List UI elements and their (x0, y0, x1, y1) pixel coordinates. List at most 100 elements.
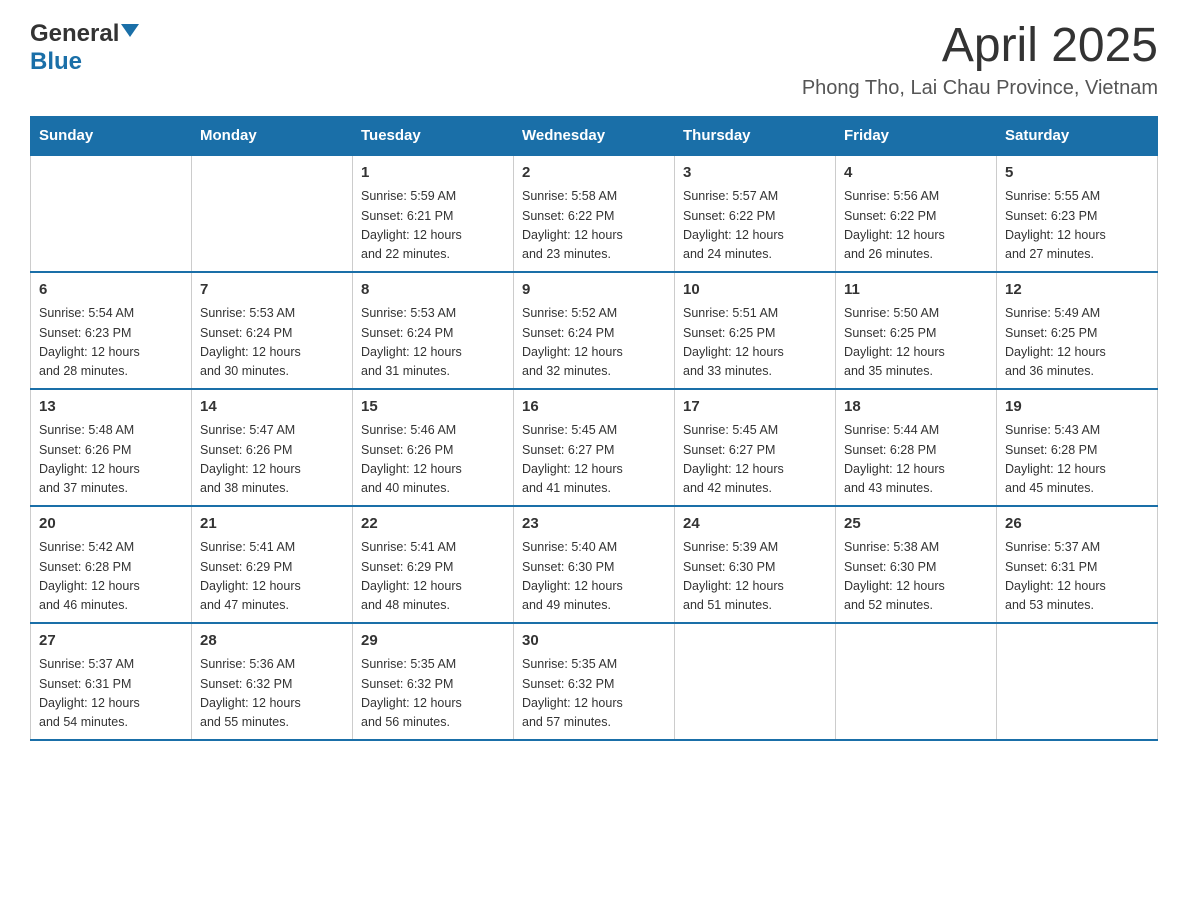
day-number: 3 (683, 162, 827, 185)
day-info: Sunrise: 5:49 AMSunset: 6:25 PMDaylight:… (1005, 304, 1149, 382)
day-info: Sunrise: 5:37 AMSunset: 6:31 PMDaylight:… (1005, 538, 1149, 616)
table-row: 7Sunrise: 5:53 AMSunset: 6:24 PMDaylight… (192, 272, 353, 389)
table-row: 11Sunrise: 5:50 AMSunset: 6:25 PMDayligh… (836, 272, 997, 389)
day-number: 7 (200, 279, 344, 302)
day-number: 29 (361, 630, 505, 653)
table-row (192, 155, 353, 272)
day-info: Sunrise: 5:35 AMSunset: 6:32 PMDaylight:… (522, 655, 666, 733)
table-row: 27Sunrise: 5:37 AMSunset: 6:31 PMDayligh… (31, 623, 192, 740)
day-number: 11 (844, 279, 988, 302)
col-wednesday: Wednesday (514, 116, 675, 155)
day-number: 8 (361, 279, 505, 302)
table-row: 30Sunrise: 5:35 AMSunset: 6:32 PMDayligh… (514, 623, 675, 740)
day-info: Sunrise: 5:50 AMSunset: 6:25 PMDaylight:… (844, 304, 988, 382)
table-row: 17Sunrise: 5:45 AMSunset: 6:27 PMDayligh… (675, 389, 836, 506)
table-row (675, 623, 836, 740)
day-info: Sunrise: 5:39 AMSunset: 6:30 PMDaylight:… (683, 538, 827, 616)
day-info: Sunrise: 5:45 AMSunset: 6:27 PMDaylight:… (683, 421, 827, 499)
day-info: Sunrise: 5:53 AMSunset: 6:24 PMDaylight:… (361, 304, 505, 382)
calendar-table: Sunday Monday Tuesday Wednesday Thursday… (30, 116, 1158, 741)
calendar-week-row: 6Sunrise: 5:54 AMSunset: 6:23 PMDaylight… (31, 272, 1158, 389)
day-number: 15 (361, 396, 505, 419)
table-row: 21Sunrise: 5:41 AMSunset: 6:29 PMDayligh… (192, 506, 353, 623)
day-number: 13 (39, 396, 183, 419)
day-number: 5 (1005, 162, 1149, 185)
calendar-week-row: 13Sunrise: 5:48 AMSunset: 6:26 PMDayligh… (31, 389, 1158, 506)
table-row: 5Sunrise: 5:55 AMSunset: 6:23 PMDaylight… (997, 155, 1158, 272)
day-info: Sunrise: 5:53 AMSunset: 6:24 PMDaylight:… (200, 304, 344, 382)
day-number: 10 (683, 279, 827, 302)
table-row: 1Sunrise: 5:59 AMSunset: 6:21 PMDaylight… (353, 155, 514, 272)
calendar-week-row: 27Sunrise: 5:37 AMSunset: 6:31 PMDayligh… (31, 623, 1158, 740)
day-info: Sunrise: 5:56 AMSunset: 6:22 PMDaylight:… (844, 187, 988, 265)
calendar-week-row: 20Sunrise: 5:42 AMSunset: 6:28 PMDayligh… (31, 506, 1158, 623)
logo-general-text: General (30, 20, 119, 48)
table-row (836, 623, 997, 740)
day-number: 9 (522, 279, 666, 302)
day-info: Sunrise: 5:42 AMSunset: 6:28 PMDaylight:… (39, 538, 183, 616)
day-info: Sunrise: 5:36 AMSunset: 6:32 PMDaylight:… (200, 655, 344, 733)
day-info: Sunrise: 5:46 AMSunset: 6:26 PMDaylight:… (361, 421, 505, 499)
table-row: 8Sunrise: 5:53 AMSunset: 6:24 PMDaylight… (353, 272, 514, 389)
table-row: 12Sunrise: 5:49 AMSunset: 6:25 PMDayligh… (997, 272, 1158, 389)
page-subtitle: Phong Tho, Lai Chau Province, Vietnam (802, 77, 1158, 100)
day-number: 28 (200, 630, 344, 653)
day-info: Sunrise: 5:57 AMSunset: 6:22 PMDaylight:… (683, 187, 827, 265)
col-monday: Monday (192, 116, 353, 155)
day-number: 20 (39, 513, 183, 536)
day-info: Sunrise: 5:37 AMSunset: 6:31 PMDaylight:… (39, 655, 183, 733)
day-number: 1 (361, 162, 505, 185)
day-info: Sunrise: 5:43 AMSunset: 6:28 PMDaylight:… (1005, 421, 1149, 499)
day-info: Sunrise: 5:40 AMSunset: 6:30 PMDaylight:… (522, 538, 666, 616)
day-number: 22 (361, 513, 505, 536)
day-number: 23 (522, 513, 666, 536)
day-info: Sunrise: 5:47 AMSunset: 6:26 PMDaylight:… (200, 421, 344, 499)
table-row: 6Sunrise: 5:54 AMSunset: 6:23 PMDaylight… (31, 272, 192, 389)
day-number: 24 (683, 513, 827, 536)
day-number: 25 (844, 513, 988, 536)
day-info: Sunrise: 5:45 AMSunset: 6:27 PMDaylight:… (522, 421, 666, 499)
table-row: 26Sunrise: 5:37 AMSunset: 6:31 PMDayligh… (997, 506, 1158, 623)
day-number: 26 (1005, 513, 1149, 536)
day-number: 4 (844, 162, 988, 185)
day-info: Sunrise: 5:52 AMSunset: 6:24 PMDaylight:… (522, 304, 666, 382)
col-tuesday: Tuesday (353, 116, 514, 155)
calendar-header-row: Sunday Monday Tuesday Wednesday Thursday… (31, 116, 1158, 155)
table-row: 15Sunrise: 5:46 AMSunset: 6:26 PMDayligh… (353, 389, 514, 506)
day-number: 21 (200, 513, 344, 536)
table-row: 24Sunrise: 5:39 AMSunset: 6:30 PMDayligh… (675, 506, 836, 623)
col-thursday: Thursday (675, 116, 836, 155)
col-friday: Friday (836, 116, 997, 155)
table-row: 9Sunrise: 5:52 AMSunset: 6:24 PMDaylight… (514, 272, 675, 389)
table-row: 28Sunrise: 5:36 AMSunset: 6:32 PMDayligh… (192, 623, 353, 740)
day-info: Sunrise: 5:58 AMSunset: 6:22 PMDaylight:… (522, 187, 666, 265)
table-row (997, 623, 1158, 740)
day-info: Sunrise: 5:38 AMSunset: 6:30 PMDaylight:… (844, 538, 988, 616)
table-row: 2Sunrise: 5:58 AMSunset: 6:22 PMDaylight… (514, 155, 675, 272)
page-header: General Blue April 2025 Phong Tho, Lai C… (30, 20, 1158, 100)
day-info: Sunrise: 5:54 AMSunset: 6:23 PMDaylight:… (39, 304, 183, 382)
calendar-week-row: 1Sunrise: 5:59 AMSunset: 6:21 PMDaylight… (31, 155, 1158, 272)
day-info: Sunrise: 5:41 AMSunset: 6:29 PMDaylight:… (200, 538, 344, 616)
table-row: 10Sunrise: 5:51 AMSunset: 6:25 PMDayligh… (675, 272, 836, 389)
col-saturday: Saturday (997, 116, 1158, 155)
table-row (31, 155, 192, 272)
day-info: Sunrise: 5:41 AMSunset: 6:29 PMDaylight:… (361, 538, 505, 616)
table-row: 4Sunrise: 5:56 AMSunset: 6:22 PMDaylight… (836, 155, 997, 272)
day-number: 14 (200, 396, 344, 419)
day-info: Sunrise: 5:51 AMSunset: 6:25 PMDaylight:… (683, 304, 827, 382)
table-row: 20Sunrise: 5:42 AMSunset: 6:28 PMDayligh… (31, 506, 192, 623)
logo-blue-text: Blue (30, 48, 82, 75)
day-info: Sunrise: 5:59 AMSunset: 6:21 PMDaylight:… (361, 187, 505, 265)
table-row: 25Sunrise: 5:38 AMSunset: 6:30 PMDayligh… (836, 506, 997, 623)
table-row: 29Sunrise: 5:35 AMSunset: 6:32 PMDayligh… (353, 623, 514, 740)
logo: General Blue (30, 20, 139, 76)
table-row: 19Sunrise: 5:43 AMSunset: 6:28 PMDayligh… (997, 389, 1158, 506)
day-number: 12 (1005, 279, 1149, 302)
day-number: 19 (1005, 396, 1149, 419)
day-number: 30 (522, 630, 666, 653)
day-number: 6 (39, 279, 183, 302)
table-row: 18Sunrise: 5:44 AMSunset: 6:28 PMDayligh… (836, 389, 997, 506)
day-info: Sunrise: 5:55 AMSunset: 6:23 PMDaylight:… (1005, 187, 1149, 265)
table-row: 14Sunrise: 5:47 AMSunset: 6:26 PMDayligh… (192, 389, 353, 506)
